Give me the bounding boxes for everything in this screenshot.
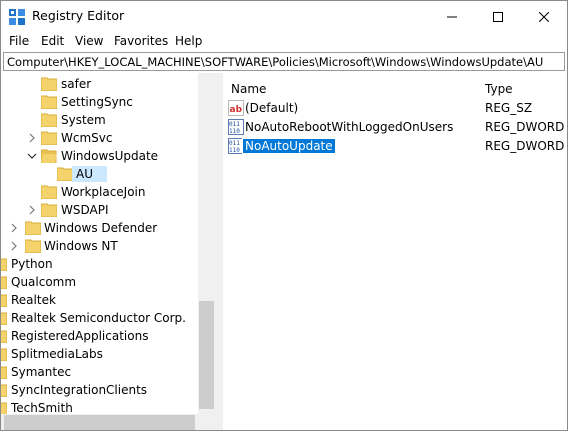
- folder-icon: [1, 294, 7, 307]
- tree-node-label: Realtek Semiconductor Corp.: [11, 311, 186, 325]
- folder-icon: [41, 185, 57, 199]
- tree-node-label: Windows NT: [44, 239, 118, 253]
- maximize-button[interactable]: [475, 1, 521, 32]
- folder-icon: [41, 113, 57, 127]
- close-icon: [539, 11, 549, 22]
- menu-view[interactable]: View: [75, 34, 103, 48]
- folder-icon: [1, 276, 7, 289]
- tree-node-label: SyncIntegrationClients: [11, 383, 148, 397]
- values-list[interactable]: Name Type ab (Default) REG_SZ 011 110 No…: [223, 73, 567, 430]
- value-row-default[interactable]: ab (Default) REG_SZ: [223, 99, 567, 117]
- tree-vertical-scrollbar[interactable]: [198, 73, 215, 414]
- column-header-name[interactable]: Name: [231, 82, 266, 96]
- tree-horizontal-scrollbar[interactable]: [1, 414, 215, 430]
- string-value-icon: ab: [228, 100, 244, 116]
- dword-value-icon: 011 110: [228, 119, 244, 135]
- svg-text:110: 110: [229, 147, 240, 154]
- folder-icon: [1, 384, 7, 397]
- folder-icon: [41, 131, 57, 145]
- menu-help[interactable]: Help: [175, 34, 202, 48]
- folder-icon: [1, 258, 7, 271]
- minimize-button[interactable]: [429, 1, 475, 32]
- tree-node-label: System: [61, 113, 106, 127]
- folder-icon: [25, 239, 41, 253]
- address-path: Computer\HKEY_LOCAL_MACHINE\SOFTWARE\Pol…: [7, 55, 544, 69]
- folder-icon: [1, 366, 7, 379]
- tree-node-label: Symantec: [11, 365, 72, 379]
- tree-node-label: Qualcomm: [11, 275, 77, 289]
- tree-node-label: WindowsUpdate: [61, 149, 159, 163]
- chevron-right-icon[interactable]: [27, 133, 37, 143]
- folder-icon: [1, 330, 7, 343]
- folder-icon: [41, 77, 57, 91]
- column-header-type[interactable]: Type: [485, 82, 513, 96]
- registry-editor-icon: [9, 9, 25, 25]
- dword-value-icon: 011 110: [228, 138, 244, 154]
- svg-text:110: 110: [229, 128, 240, 135]
- tree-node-label: WorkplaceJoin: [61, 185, 146, 199]
- folder-icon: [57, 167, 73, 181]
- scrollbar-thumb[interactable]: [4, 415, 195, 430]
- folder-icon: [41, 203, 57, 217]
- registry-tree[interactable]: safer SettingSync System WcmSvc WindowsU…: [1, 73, 215, 414]
- folder-icon: [41, 95, 57, 109]
- value-type: REG_DWORD: [485, 120, 565, 134]
- folder-icon: [1, 348, 7, 361]
- value-type: REG_DWORD: [485, 139, 565, 153]
- svg-text:011: 011: [229, 140, 240, 147]
- value-name: (Default): [245, 101, 299, 115]
- scrollbar-thumb[interactable]: [199, 301, 214, 409]
- tree-node-label: SplitmediaLabs: [11, 347, 103, 361]
- tree-node-label: Python: [11, 257, 53, 271]
- minimize-icon: [447, 16, 457, 17]
- svg-text:ab: ab: [230, 105, 243, 115]
- value-name: NoAutoRebootWithLoggedOnUsers: [245, 120, 454, 134]
- tree-node-label: RegisteredApplications: [11, 329, 149, 343]
- title-bar[interactable]: Registry Editor: [1, 1, 567, 32]
- tree-node-label: Windows Defender: [44, 221, 158, 235]
- maximize-icon: [493, 11, 503, 22]
- value-row-noautoreboot[interactable]: 011 110 NoAutoRebootWithLoggedOnUsers RE…: [223, 118, 567, 136]
- tree-node-label-selected: AU: [72, 166, 107, 182]
- menu-bar: File Edit View Favorites Help: [1, 32, 567, 52]
- tree-node-label: WcmSvc: [61, 131, 113, 145]
- pane-splitter[interactable]: [215, 73, 223, 430]
- address-bar[interactable]: Computer\HKEY_LOCAL_MACHINE\SOFTWARE\Pol…: [3, 52, 565, 71]
- folder-open-icon: [41, 149, 57, 163]
- window-title: Registry Editor: [32, 8, 125, 23]
- folder-icon: [25, 221, 41, 235]
- tree-node-label: SettingSync: [61, 95, 133, 109]
- tree-node-label: WSDAPI: [61, 203, 109, 217]
- menu-edit[interactable]: Edit: [41, 34, 64, 48]
- registry-editor-window: Registry Editor File Edit View Favorites…: [0, 0, 568, 431]
- tree-node-label: Realtek: [11, 293, 56, 307]
- tree-node-label: TechSmith: [11, 401, 73, 414]
- folder-icon: [1, 312, 7, 325]
- chevron-right-icon[interactable]: [27, 205, 37, 215]
- svg-text:011: 011: [229, 121, 240, 128]
- tree-node-label: safer: [61, 77, 92, 91]
- value-name-selected: NoAutoUpdate: [242, 138, 336, 154]
- menu-file[interactable]: File: [9, 34, 29, 48]
- chevron-right-icon[interactable]: [9, 223, 19, 233]
- value-type: REG_SZ: [485, 101, 533, 115]
- folder-icon: [1, 402, 7, 414]
- chevron-down-icon[interactable]: [27, 151, 37, 161]
- close-button[interactable]: [521, 1, 567, 32]
- value-row-noautoupdate[interactable]: 011 110 NoAutoUpdate REG_DWORD: [223, 137, 567, 155]
- menu-favorites[interactable]: Favorites: [114, 34, 168, 48]
- chevron-right-icon[interactable]: [9, 241, 19, 251]
